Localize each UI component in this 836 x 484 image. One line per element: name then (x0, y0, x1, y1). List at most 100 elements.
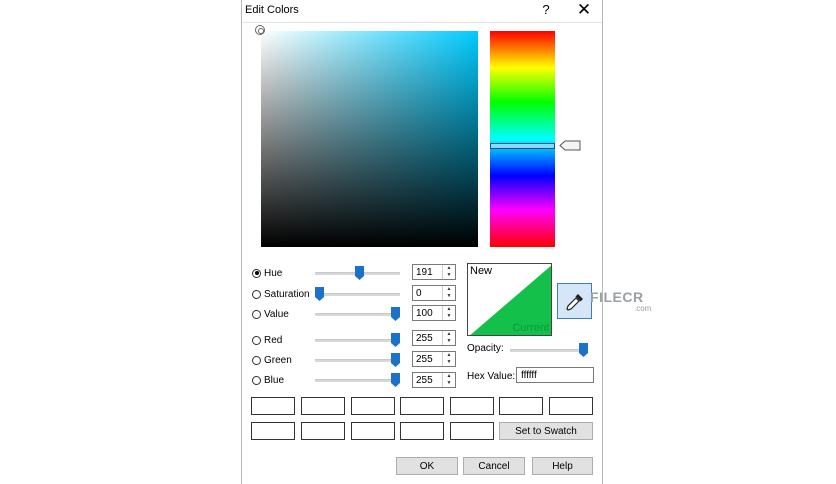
saturation-spinbox[interactable]: ▲▼ (412, 285, 456, 301)
saturation-input[interactable] (413, 286, 442, 300)
eyedropper-button[interactable] (557, 283, 592, 319)
help-title-button[interactable]: ? (539, 2, 553, 20)
set-to-swatch-button[interactable]: Set to Swatch (499, 422, 593, 440)
ok-button[interactable]: OK (396, 457, 458, 475)
swatch-slot[interactable] (301, 422, 345, 440)
value-slider-thumb[interactable] (391, 307, 400, 321)
hue-spin-arrows[interactable]: ▲ ▼ (442, 265, 455, 279)
swatch-slot[interactable] (549, 397, 593, 415)
blue-slider-thumb[interactable] (391, 373, 400, 387)
value-slider[interactable] (315, 307, 400, 321)
spin-up-icon[interactable]: ▲ (443, 265, 455, 272)
value-input[interactable] (413, 306, 442, 320)
saturation-value-field[interactable] (261, 31, 478, 247)
blue-slider[interactable] (315, 373, 400, 387)
value-spinbox[interactable]: ▲▼ (412, 305, 456, 321)
opacity-slider[interactable] (510, 343, 588, 357)
red-spin-arrows[interactable]: ▲ ▼ (442, 331, 455, 345)
spin-down-icon[interactable]: ▼ (443, 359, 455, 366)
color-preview: New Current (467, 263, 552, 336)
saturation-slider[interactable] (315, 287, 400, 301)
preview-new-label: New (470, 265, 493, 277)
red-spinbox[interactable]: ▲▼ (412, 330, 456, 346)
hue-input[interactable] (413, 265, 442, 279)
saturation-slider-thumb[interactable] (315, 287, 324, 301)
radio-green-label: Green (264, 354, 292, 366)
red-slider-thumb[interactable] (391, 333, 400, 347)
radio-hue-button[interactable] (252, 268, 261, 278)
radio-saturation[interactable]: Saturation (252, 287, 310, 301)
title-separator (242, 22, 602, 23)
cancel-button[interactable]: Cancel (463, 457, 525, 475)
radio-value[interactable]: Value (252, 307, 289, 321)
green-spinbox[interactable]: ▲▼ (412, 351, 456, 367)
hue-slider-indicator[interactable] (490, 143, 555, 149)
swatch-slot[interactable] (351, 422, 395, 440)
spin-up-icon[interactable]: ▲ (443, 331, 455, 338)
blue-spinbox[interactable]: ▲▼ (412, 372, 456, 388)
opacity-label: Opacity: (467, 343, 504, 354)
blue-input[interactable] (413, 373, 442, 387)
swatch-slot[interactable] (450, 397, 494, 415)
green-slider-thumb[interactable] (391, 353, 400, 367)
blue-slider-track (315, 379, 400, 382)
radio-saturation-button[interactable] (252, 289, 261, 299)
watermark-subtext: .com (634, 304, 652, 313)
color-picker-cursor-icon[interactable] (255, 25, 265, 35)
saturation-spin-arrows[interactable]: ▲ ▼ (442, 286, 455, 300)
red-input[interactable] (413, 331, 442, 345)
spin-up-icon[interactable]: ▲ (443, 352, 455, 359)
value-slider-track (315, 313, 400, 316)
radio-red-label: Red (264, 334, 283, 346)
close-button[interactable]: ✕ (575, 1, 593, 19)
spin-down-icon[interactable]: ▼ (443, 380, 455, 387)
swatch-slot[interactable] (351, 397, 395, 415)
hue-slider[interactable] (315, 266, 400, 280)
value-spin-arrows[interactable]: ▲ ▼ (442, 306, 455, 320)
radio-hue[interactable]: Hue (252, 266, 282, 280)
hue-pointer-icon[interactable] (559, 140, 581, 151)
radio-green[interactable]: Green (252, 353, 292, 367)
radio-blue-button[interactable] (252, 375, 261, 385)
title-bar: Edit Colors ? ✕ (242, 0, 602, 22)
swatch-slot[interactable] (499, 397, 543, 415)
swatch-slot[interactable] (450, 422, 494, 440)
spin-down-icon[interactable]: ▼ (443, 293, 455, 300)
radio-green-button[interactable] (252, 355, 261, 365)
hue-slider-thumb[interactable] (355, 266, 364, 280)
radio-blue-label: Blue (264, 374, 285, 386)
swatch-slot[interactable] (400, 397, 444, 415)
hue-spinbox[interactable]: ▲▼ (412, 264, 456, 280)
radio-value-label: Value (264, 308, 289, 320)
saturation-slider-track (315, 293, 400, 296)
green-spin-arrows[interactable]: ▲ ▼ (442, 352, 455, 366)
spin-down-icon[interactable]: ▼ (443, 272, 455, 279)
swatch-slot[interactable] (251, 397, 295, 415)
opacity-slider-thumb[interactable] (579, 343, 588, 357)
swatch-slot[interactable] (251, 422, 295, 440)
edit-colors-dialog: Edit Colors ? ✕ Hue ▲▼ Saturation ▲▼ Val… (241, 0, 603, 484)
radio-blue[interactable]: Blue (252, 373, 284, 387)
radio-value-button[interactable] (252, 309, 261, 319)
help-button[interactable]: Help (532, 457, 593, 475)
spin-up-icon[interactable]: ▲ (443, 373, 455, 380)
hue-spectrum-bar[interactable] (490, 31, 555, 247)
hex-value-input[interactable] (516, 367, 594, 383)
spin-up-icon[interactable]: ▲ (443, 306, 455, 313)
swatch-slot[interactable] (301, 397, 345, 415)
spin-up-icon[interactable]: ▲ (443, 286, 455, 293)
spin-down-icon[interactable]: ▼ (443, 338, 455, 345)
spin-down-icon[interactable]: ▼ (443, 313, 455, 320)
radio-red[interactable]: Red (252, 333, 282, 347)
radio-red-button[interactable] (252, 335, 261, 345)
hex-value-label: Hex Value: (467, 371, 516, 382)
red-slider[interactable] (315, 333, 400, 347)
blue-spin-arrows[interactable]: ▲ ▼ (442, 373, 455, 387)
dialog-title: Edit Colors (245, 4, 299, 16)
swatch-slot[interactable] (400, 422, 444, 440)
green-input[interactable] (413, 352, 442, 366)
eyedropper-icon (566, 294, 583, 311)
radio-saturation-label: Saturation (264, 288, 310, 300)
red-slider-track (315, 339, 400, 342)
green-slider[interactable] (315, 353, 400, 367)
